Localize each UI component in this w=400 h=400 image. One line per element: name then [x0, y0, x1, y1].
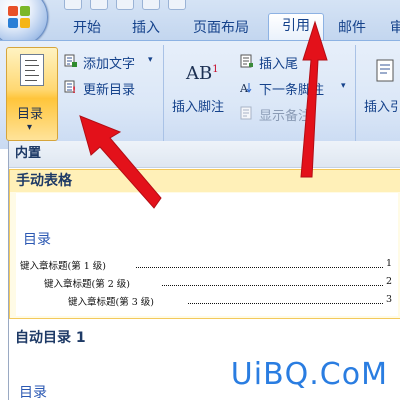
watermark: UiBQ.CoM: [230, 357, 388, 392]
word-window: 开始 插入 页面布局 引用 邮件 审 目录 ▾ 添加文字 ▾ ! 更新目录 AB…: [0, 0, 400, 400]
annotation-arrows: [79, 20, 328, 209]
red-arrow-icon: [300, 20, 328, 178]
red-arrow-icon: [79, 115, 162, 209]
